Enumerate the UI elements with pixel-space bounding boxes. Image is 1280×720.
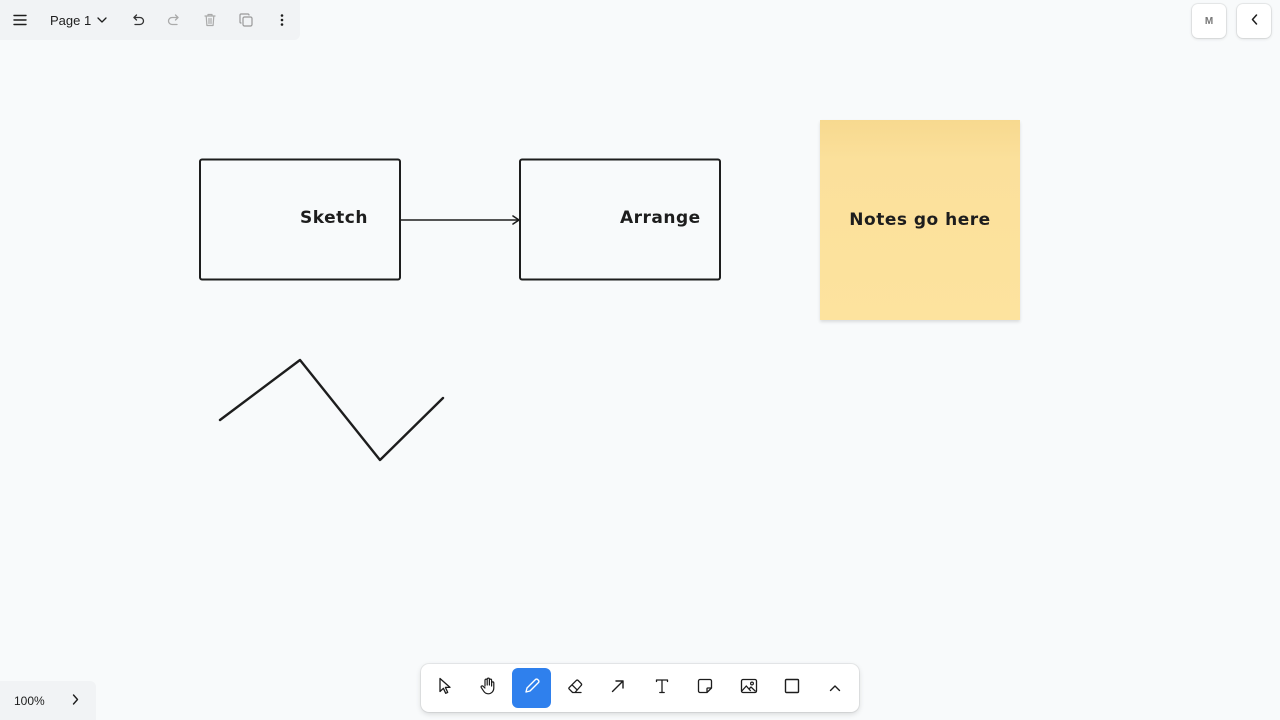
arrow-icon bbox=[610, 678, 626, 699]
connector-arrow[interactable] bbox=[401, 215, 520, 225]
undo-icon bbox=[131, 14, 145, 26]
draw-tool[interactable] bbox=[511, 668, 552, 708]
hand-tool[interactable] bbox=[468, 668, 507, 708]
rectangle-icon bbox=[784, 678, 800, 699]
collapse-panel-button[interactable] bbox=[1237, 4, 1271, 38]
eraser-tool[interactable] bbox=[555, 668, 594, 708]
rectangle-tool[interactable] bbox=[772, 668, 811, 708]
duplicate-icon bbox=[239, 13, 253, 27]
select-tool[interactable] bbox=[425, 668, 464, 708]
pencil-icon bbox=[523, 677, 541, 700]
delete-button[interactable] bbox=[192, 0, 228, 40]
pointer-icon bbox=[438, 677, 452, 700]
chevron-down-icon bbox=[97, 17, 107, 23]
zoom-level[interactable]: 100% bbox=[14, 694, 64, 708]
user-avatar-button[interactable]: M bbox=[1192, 4, 1226, 38]
undo-button[interactable] bbox=[120, 0, 156, 40]
sticky-note-icon bbox=[697, 678, 713, 699]
more-tools-button[interactable] bbox=[816, 668, 855, 708]
text-icon bbox=[654, 678, 670, 699]
more-actions-button[interactable] bbox=[264, 0, 300, 40]
avatar-initial: M bbox=[1204, 15, 1214, 27]
drawing-layer bbox=[199, 158, 721, 462]
hand-icon bbox=[479, 677, 497, 700]
menu-panel: Page 1 bbox=[0, 0, 300, 40]
redo-button[interactable] bbox=[156, 0, 192, 40]
chevron-left-icon bbox=[1251, 14, 1258, 28]
page-name: Page 1 bbox=[50, 12, 92, 28]
sticky-note-label: Notes go here bbox=[849, 210, 991, 230]
page-menu[interactable]: Page 1 bbox=[40, 0, 120, 40]
hamburger-icon bbox=[13, 14, 27, 26]
trash-icon bbox=[204, 13, 216, 27]
main-menu-button[interactable] bbox=[0, 0, 40, 40]
tools-toolbar bbox=[421, 664, 859, 712]
arrow-tool[interactable] bbox=[599, 668, 638, 708]
text-tool[interactable] bbox=[642, 668, 681, 708]
note-tool[interactable] bbox=[685, 668, 724, 708]
chevron-up-icon bbox=[829, 679, 841, 697]
arrange-label: Arrange bbox=[620, 208, 701, 228]
chevron-right-icon bbox=[72, 693, 79, 708]
zoom-panel: 100% bbox=[0, 681, 96, 720]
redo-icon bbox=[167, 14, 181, 26]
image-tool[interactable] bbox=[729, 668, 768, 708]
sketch-label: Sketch bbox=[300, 208, 368, 228]
image-icon bbox=[740, 678, 758, 699]
duplicate-button[interactable] bbox=[228, 0, 264, 40]
expand-minimap-button[interactable] bbox=[72, 693, 79, 708]
eraser-icon bbox=[566, 677, 584, 700]
whiteboard-canvas[interactable]: Sketch Arrange Notes go here bbox=[0, 0, 1280, 720]
more-vertical-icon bbox=[280, 14, 284, 26]
freehand-line[interactable] bbox=[218, 358, 445, 462]
sticky-note[interactable]: Notes go here bbox=[820, 120, 1020, 320]
